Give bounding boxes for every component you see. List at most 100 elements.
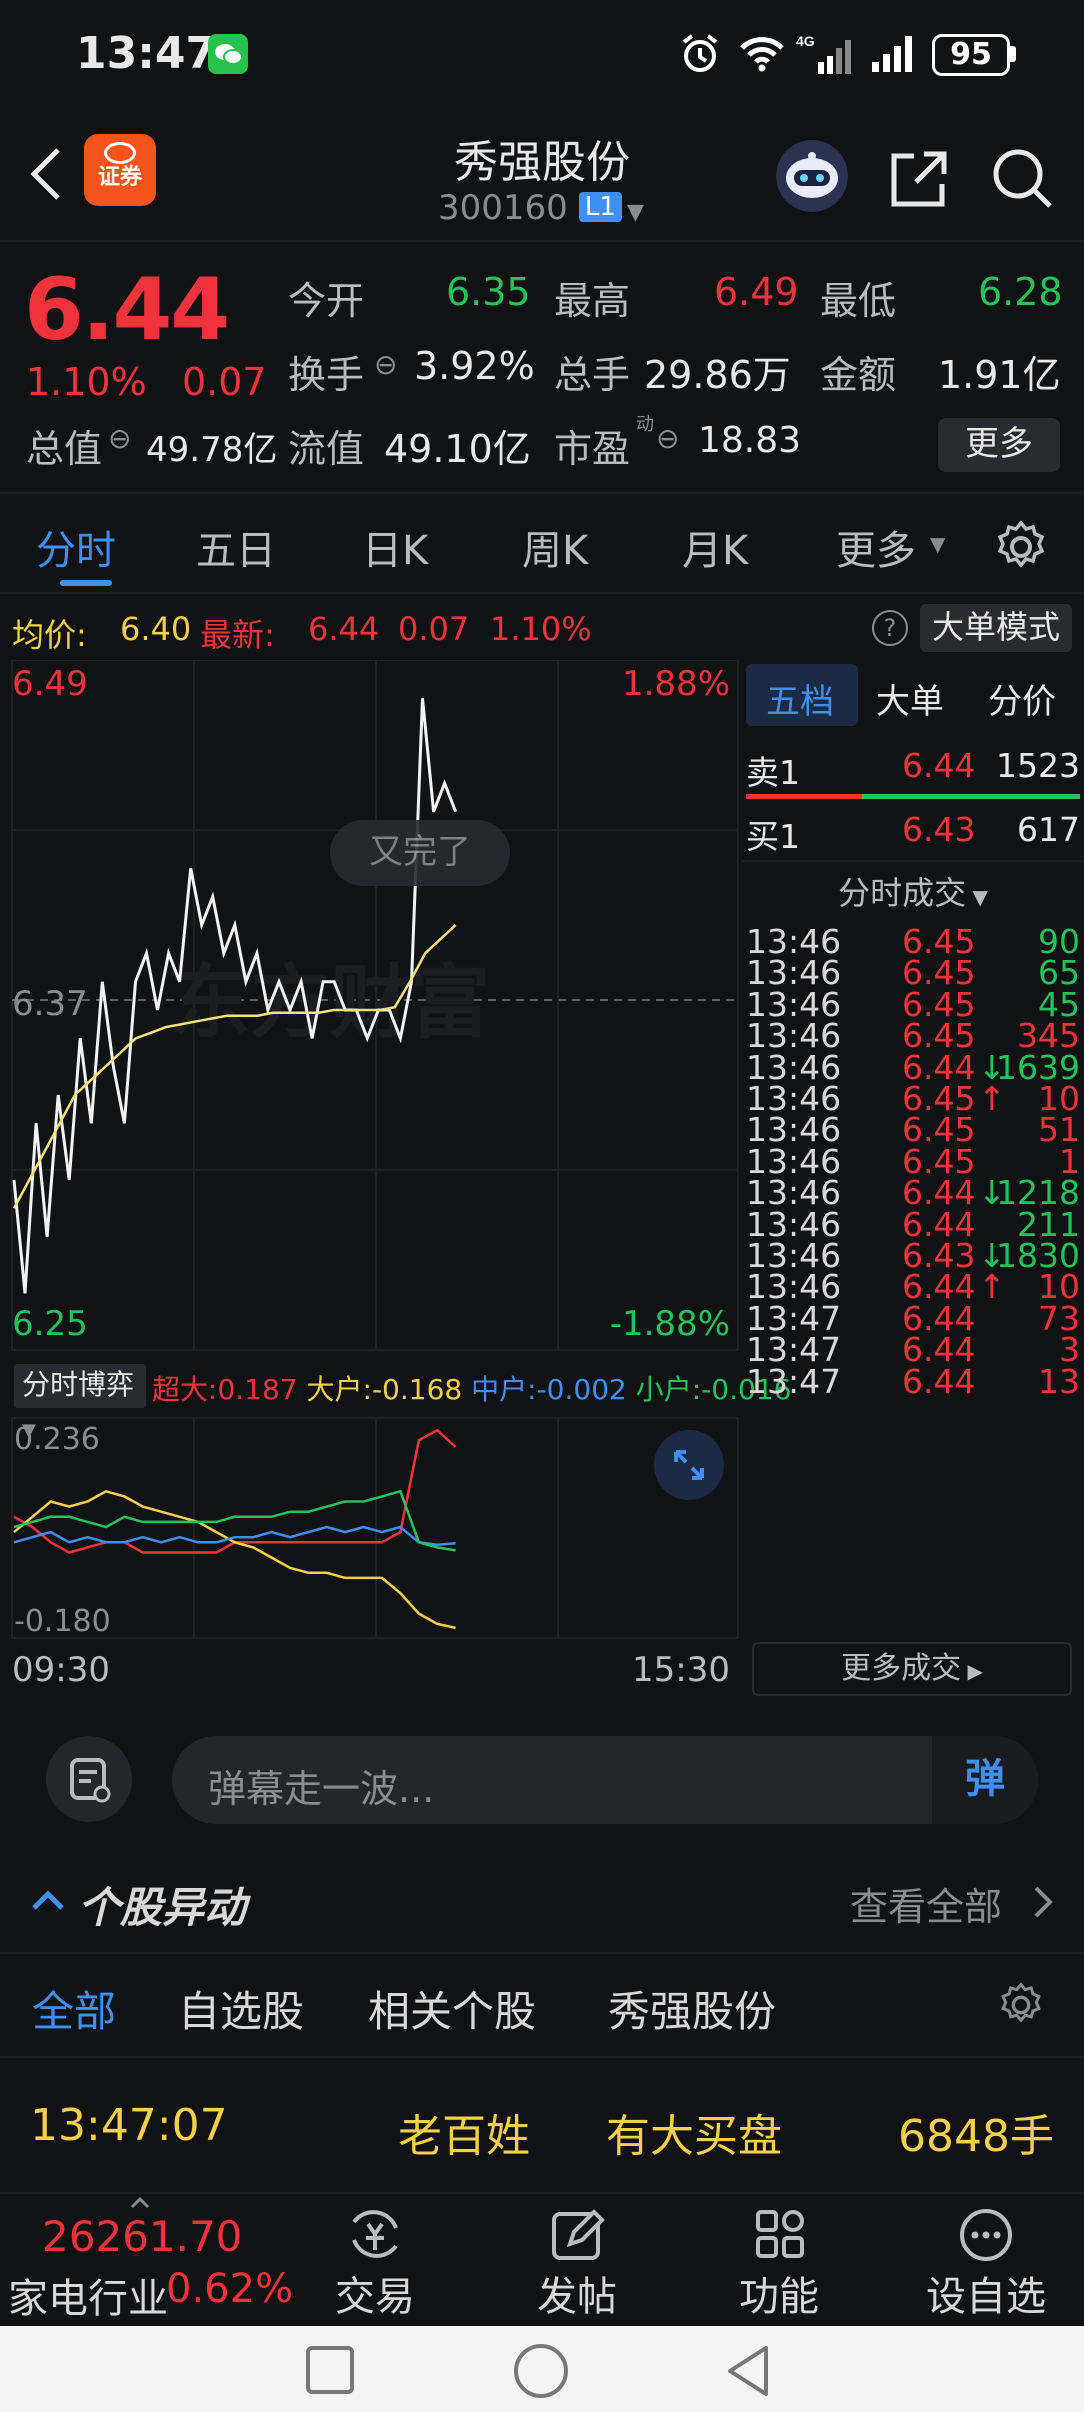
tab-monthly-k[interactable]: 月K (682, 518, 748, 576)
tab-five-day[interactable]: 五日 (196, 518, 276, 576)
flow-small-label: 小户: (635, 1373, 702, 1406)
tab-big-order[interactable]: 大单 (876, 674, 944, 723)
turnover-value: 3.92% (414, 344, 535, 388)
status-bar: 13:47 4G 95 (0, 0, 1084, 112)
amount-label: 金额 (820, 353, 897, 397)
pe-value: 18.83 (698, 420, 802, 461)
high-value: 6.49 (714, 270, 799, 314)
tab-weekly-k[interactable]: 周K (522, 518, 588, 576)
danmu-send-label: 弹 (965, 1756, 1005, 1802)
signal-4g-icon: 4G (796, 32, 852, 76)
industry-index[interactable]: 26261.70 家电行业 0.62% (0, 2194, 294, 2324)
ticks-title-row[interactable]: 分时成交 ▼ (742, 868, 1084, 914)
indicator-select[interactable]: 分时博弈 ▼ (14, 1364, 146, 1441)
mktcap-value: 49.78亿 (146, 430, 278, 470)
help-icon[interactable]: ? (872, 610, 908, 646)
nav-trade[interactable]: 交易 (310, 2194, 440, 2324)
tab-five-level[interactable]: 五档 (766, 674, 834, 723)
filter-related[interactable]: 相关个股 (368, 1978, 536, 2039)
flow-large-value: -0.168 (371, 1373, 463, 1406)
table-row: 13:47 6.44 13 (742, 1358, 1084, 1406)
latest-value: 6.44 (308, 610, 380, 648)
movement-time: 13:47:07 (30, 2100, 228, 2151)
expand-icon[interactable] (654, 1430, 724, 1500)
tab-price-dist[interactable]: 分价 (988, 674, 1056, 723)
signal-icon (870, 34, 918, 74)
gear-icon[interactable] (994, 520, 1048, 574)
more-quote-button[interactable]: 更多 (938, 418, 1060, 472)
flow-medium-label: 中户: (471, 1373, 537, 1406)
search-icon[interactable] (990, 146, 1056, 212)
flow-top-value: 0.236 (14, 1422, 100, 1457)
intraday-chart[interactable]: 东方财富 (0, 660, 740, 1700)
danmu-bubble-text: 又完了 (369, 832, 471, 872)
post-icon (552, 2209, 605, 2260)
buy1-label: 买1 (746, 817, 800, 856)
industry-index-pct: 0.62% (166, 2266, 294, 2312)
danmu-settings-icon[interactable] (46, 1736, 132, 1822)
chevron-right-icon[interactable] (1030, 1882, 1058, 1922)
avg-value: 6.40 (120, 610, 192, 648)
stock-header: 证券 秀强股份 300160 L1 ▼ (0, 112, 1084, 242)
trade-icon (352, 2210, 398, 2258)
tab-intraday[interactable]: 分时 (36, 518, 116, 576)
latest-change: 0.07 (398, 610, 470, 648)
tab-daily-k[interactable]: 日K (362, 518, 428, 576)
big-order-mode-button[interactable]: 大单模式 (920, 604, 1072, 652)
filter-all[interactable]: 全部 (32, 1978, 116, 2039)
nav-add-watchlist[interactable]: 设自选 (906, 2194, 1066, 2324)
flow-super-label: 超大: (152, 1373, 218, 1406)
caret-down-icon: ▼ (930, 532, 946, 556)
amount-value: 1.91亿 (938, 353, 1061, 397)
industry-index-value: 26261.70 (42, 2212, 243, 2261)
order-book-panel: 五档 大单 分价 卖1 6.44 1523 买1 6.43 617 分时成交 ▼… (742, 660, 1084, 1700)
info-icon[interactable]: ⊖ (374, 348, 397, 381)
level-badge: L1 (578, 192, 622, 222)
robot-assistant-icon[interactable] (776, 140, 848, 212)
info-icon[interactable]: ⊖ (656, 422, 679, 455)
buy-pressure-bar (862, 794, 1080, 799)
home-icon[interactable] (514, 2344, 568, 2398)
stock-code: 300160 (438, 188, 568, 228)
movement-actor: 老百姓 (398, 2111, 530, 2162)
filter-current-stock[interactable]: 秀强股份 (608, 1978, 776, 2039)
low-label: 最低 (820, 279, 897, 323)
wechat-icon (208, 34, 248, 74)
system-nav-bar (0, 2326, 1084, 2412)
gear-icon[interactable] (998, 1982, 1044, 2028)
danmu-input[interactable]: 弹幕走一波... 弹 (172, 1736, 1038, 1824)
open-label: 今开 (288, 279, 365, 323)
buy1-row: 买1 6.43 617 (742, 806, 1084, 856)
chevron-up-icon[interactable] (28, 1880, 68, 1920)
more-ticks-button[interactable]: 更多成交 ▶ (752, 1642, 1072, 1696)
more-ticks-label: 更多成交 (841, 1651, 962, 1686)
industry-name: 家电行业 (8, 2276, 168, 2322)
view-all-link[interactable]: 查看全部 (850, 1876, 1002, 1931)
chart-top-price: 6.49 (12, 664, 88, 704)
grid-icon (756, 2210, 804, 2258)
svg-text:4G: 4G (796, 33, 815, 49)
nav-functions[interactable]: 功能 (714, 2194, 844, 2324)
danmu-send-button[interactable]: 弹 (932, 1736, 1038, 1824)
danmu-placeholder: 弹幕走一波... (208, 1767, 435, 1811)
chart-bottom-pct: -1.88% (609, 1304, 730, 1344)
flow-medium-value: -0.002 (536, 1373, 627, 1406)
filter-watchlist[interactable]: 自选股 (178, 1978, 304, 2039)
info-icon[interactable]: ⊖ (108, 422, 131, 455)
nav-post-label: 发帖 (537, 2274, 617, 2320)
flow-bottom-value: -0.180 (14, 1604, 111, 1639)
share-icon[interactable] (888, 148, 950, 210)
open-value: 6.35 (446, 270, 531, 314)
back-nav-icon[interactable] (724, 2344, 774, 2398)
nav-post[interactable]: 发帖 (512, 2194, 642, 2324)
flow-super-value: 0.187 (217, 1373, 298, 1406)
period-tabs: 分时 五日 日K 周K 月K 更多 ▼ (0, 494, 1084, 594)
wifi-icon (738, 34, 786, 74)
recent-apps-icon[interactable] (306, 2346, 354, 2394)
list-item[interactable]: 13:47:07 老百姓 有大买盘 6848手 (0, 2060, 1084, 2186)
stock-code-row[interactable]: 300160 L1 ▼ (438, 188, 644, 228)
pe-dynamic-mark: 动 (636, 414, 654, 435)
high-label: 最高 (554, 279, 631, 323)
chevron-down-icon: ▼ (627, 200, 644, 225)
tab-more[interactable]: 更多 (836, 518, 916, 576)
